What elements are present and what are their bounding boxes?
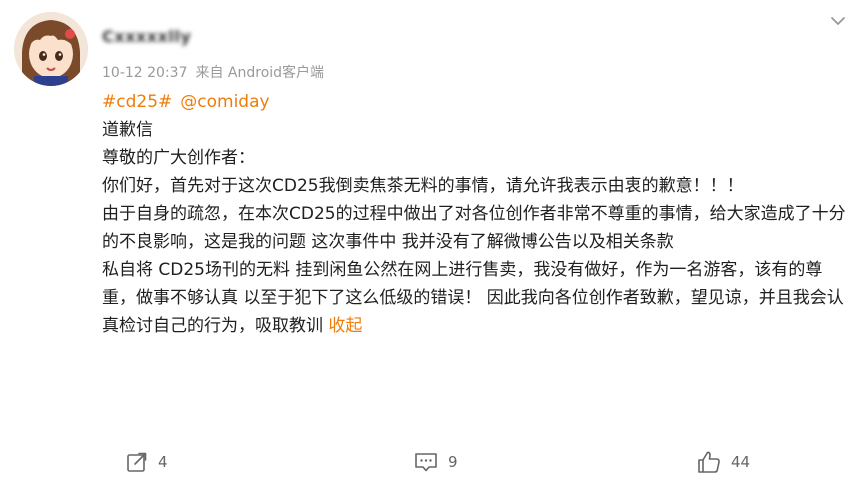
avatar[interactable] <box>14 12 88 86</box>
comment-count: 9 <box>448 453 458 471</box>
post-meta: 10-12 20:37 来自 Android客户端 <box>102 62 324 82</box>
mention-link[interactable]: @comiday <box>180 92 269 112</box>
username[interactable]: Cxxxxxlly <box>102 27 191 46</box>
post-text-line: 尊敬的广大创作者： <box>102 148 255 168</box>
collapse-link[interactable]: 收起 <box>328 316 362 336</box>
repost-icon <box>125 450 149 474</box>
action-bar: 4 9 44 <box>0 447 863 477</box>
post-text-line: 道歉信 <box>102 120 153 140</box>
post-text-line: 由于自身的疏忽，在本次CD25的过程中做出了对各位创作者非常不尊重的事情，给大家… <box>102 204 846 252</box>
post-source: 来自 Android客户端 <box>195 65 325 81</box>
repost-count: 4 <box>158 453 168 471</box>
post-text-line: 你们好，首先对于这次CD25我倒卖焦茶无料的事情，请允许我表示由衷的歉意！！！ <box>102 176 744 196</box>
post-text-line: 私自将 CD25场刊的无料 挂到闲鱼公然在网上进行售卖，我没有做好，作为一名游客… <box>102 256 848 340</box>
comment-icon <box>413 450 439 474</box>
post-tags: #cd25# @comiday <box>102 88 848 116</box>
post-content: #cd25# @comiday 道歉信 尊敬的广大创作者： 你们好，首先对于这次C… <box>102 88 848 340</box>
like-button[interactable]: 44 <box>696 447 750 477</box>
like-count: 44 <box>731 453 751 471</box>
avatar-image <box>14 12 88 86</box>
chevron-down-icon[interactable] <box>827 10 849 32</box>
comment-button[interactable]: 9 <box>413 447 458 477</box>
post-text-fragment: 私自将 CD25场刊的无料 挂到闲鱼公然在网上进行售卖，我没有做好，作为一名游客… <box>102 260 844 336</box>
post-time[interactable]: 10-12 20:37 <box>102 65 187 81</box>
repost-button[interactable]: 4 <box>125 447 168 477</box>
hashtag-link[interactable]: #cd25# <box>102 92 172 112</box>
thumbs-up-icon <box>696 449 722 475</box>
